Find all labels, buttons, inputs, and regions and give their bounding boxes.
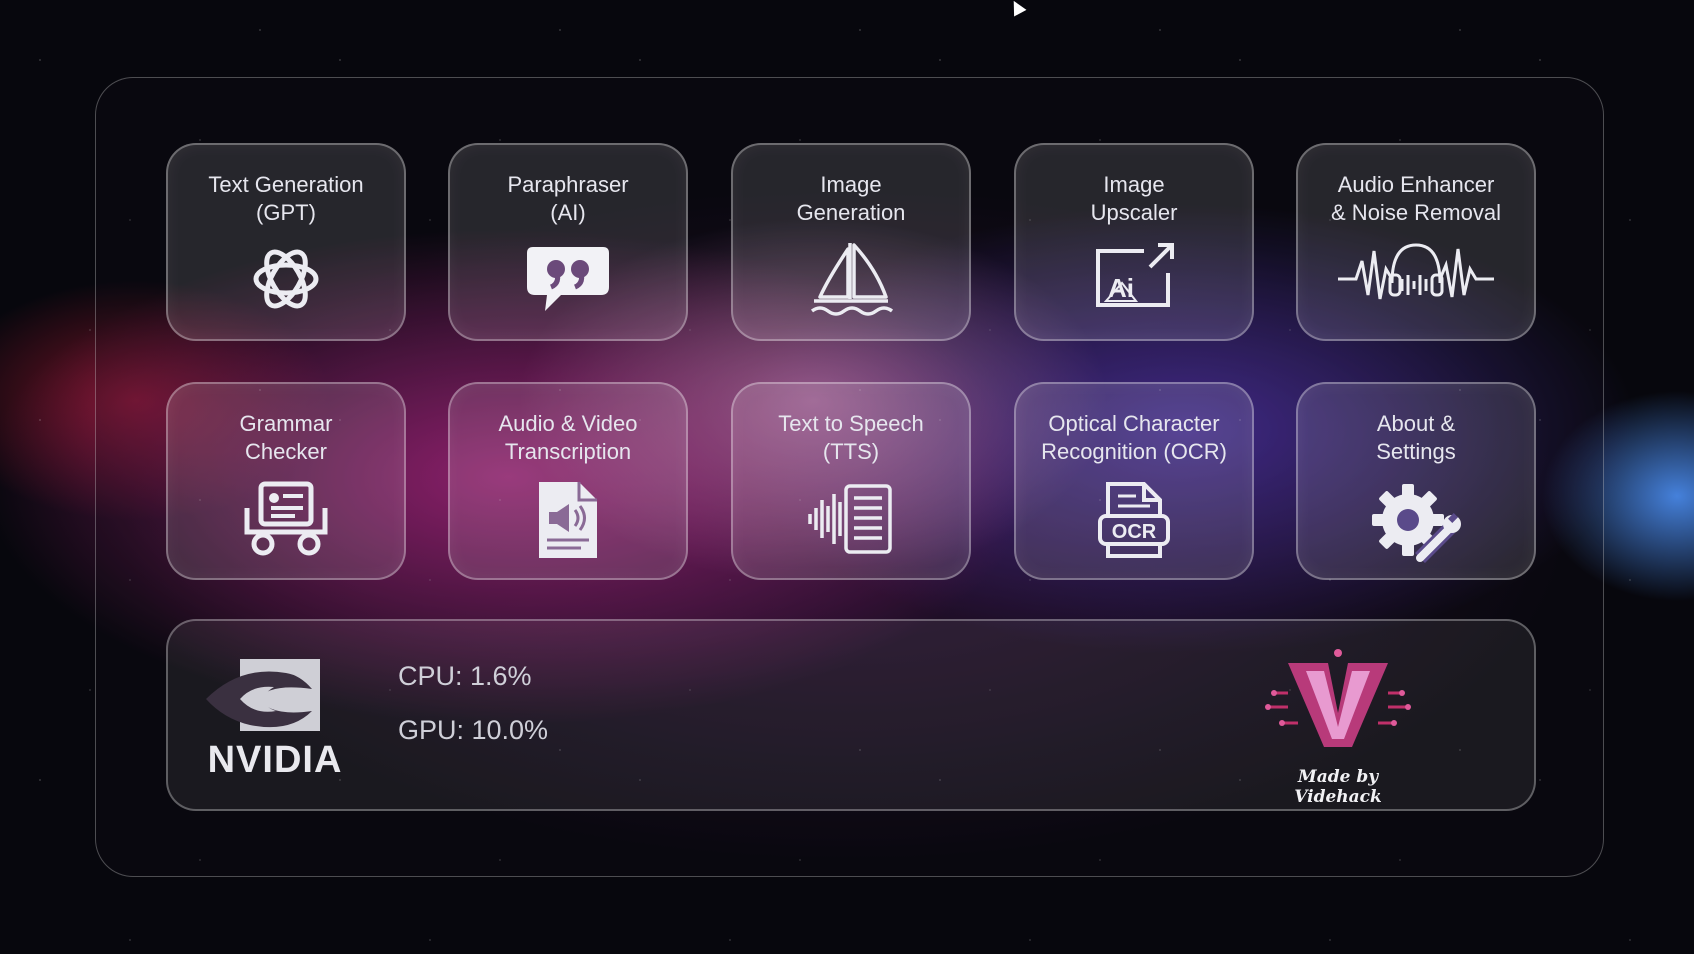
speech-waveform-document-icon <box>808 484 892 554</box>
svg-text:OCR: OCR <box>1112 521 1157 543</box>
tile-paraphraser[interactable]: Paraphraser (AI) <box>448 143 688 341</box>
tile-audio-enhancer[interactable]: Audio Enhancer & Noise Removal <box>1296 143 1536 341</box>
main-panel: Text Generation (GPT) Paraphraser (AI) I… <box>95 77 1604 877</box>
tile-label: About & Settings <box>1376 411 1456 464</box>
tile-label: Grammar Checker <box>239 411 333 464</box>
videhack-logo: Made by Videhack <box>1258 643 1418 807</box>
ai-image-upscale-icon: Ai <box>1096 243 1174 307</box>
tile-label: Image Upscaler <box>1090 172 1178 225</box>
headphone-waveform-icon <box>1338 243 1494 300</box>
tile-label: Text to Speech (TTS) <box>778 411 924 464</box>
gear-wrench-icon <box>1372 484 1461 563</box>
tile-ocr[interactable]: Optical Character Recognition (OCR) OCR <box>1014 382 1254 580</box>
tile-text-generation[interactable]: Text Generation (GPT) <box>166 143 406 341</box>
tile-label: Optical Character Recognition (OCR) <box>1041 411 1227 464</box>
credit-text: Made by Videhack <box>1294 767 1382 807</box>
tile-image-generation[interactable]: Image Generation <box>731 143 971 341</box>
tile-label: Text Generation (GPT) <box>208 172 364 225</box>
nvidia-eye-icon <box>206 659 320 731</box>
quote-bubble-icon <box>527 247 609 311</box>
tile-label: Image Generation <box>796 172 906 225</box>
grammar-check-icon <box>244 481 328 556</box>
system-status-panel: NVIDIA CPU: 1.6% GPU: 10.0% Made by Vide… <box>166 619 1536 811</box>
tile-text-to-speech[interactable]: Text to Speech (TTS) <box>731 382 971 580</box>
nvidia-wordmark: NVIDIA <box>207 739 343 781</box>
sailboat-icon <box>810 243 894 316</box>
tile-audio-video-transcription[interactable]: Audio & Video Transcription <box>448 382 688 580</box>
audio-document-icon <box>539 482 597 558</box>
svg-text:Ai: Ai <box>1108 273 1134 303</box>
tile-grammar-checker[interactable]: Grammar Checker <box>166 382 406 580</box>
nvidia-logo: NVIDIA <box>200 659 350 781</box>
cpu-usage: CPU: 1.6% <box>398 661 532 691</box>
mouse-cursor <box>1007 0 1027 17</box>
openai-icon <box>253 249 319 309</box>
gpu-usage: GPU: 10.0% <box>398 715 549 745</box>
v-circuit-logo-icon <box>1265 649 1411 747</box>
tile-label: Paraphraser (AI) <box>507 172 629 225</box>
tile-label: Audio & Video Transcription <box>498 411 638 464</box>
ocr-document-icon: OCR <box>1098 482 1170 558</box>
tile-about-settings[interactable]: About & Settings <box>1296 382 1536 580</box>
tile-image-upscaler[interactable]: Image Upscaler Ai <box>1014 143 1254 341</box>
tile-label: Audio Enhancer & Noise Removal <box>1331 172 1501 225</box>
